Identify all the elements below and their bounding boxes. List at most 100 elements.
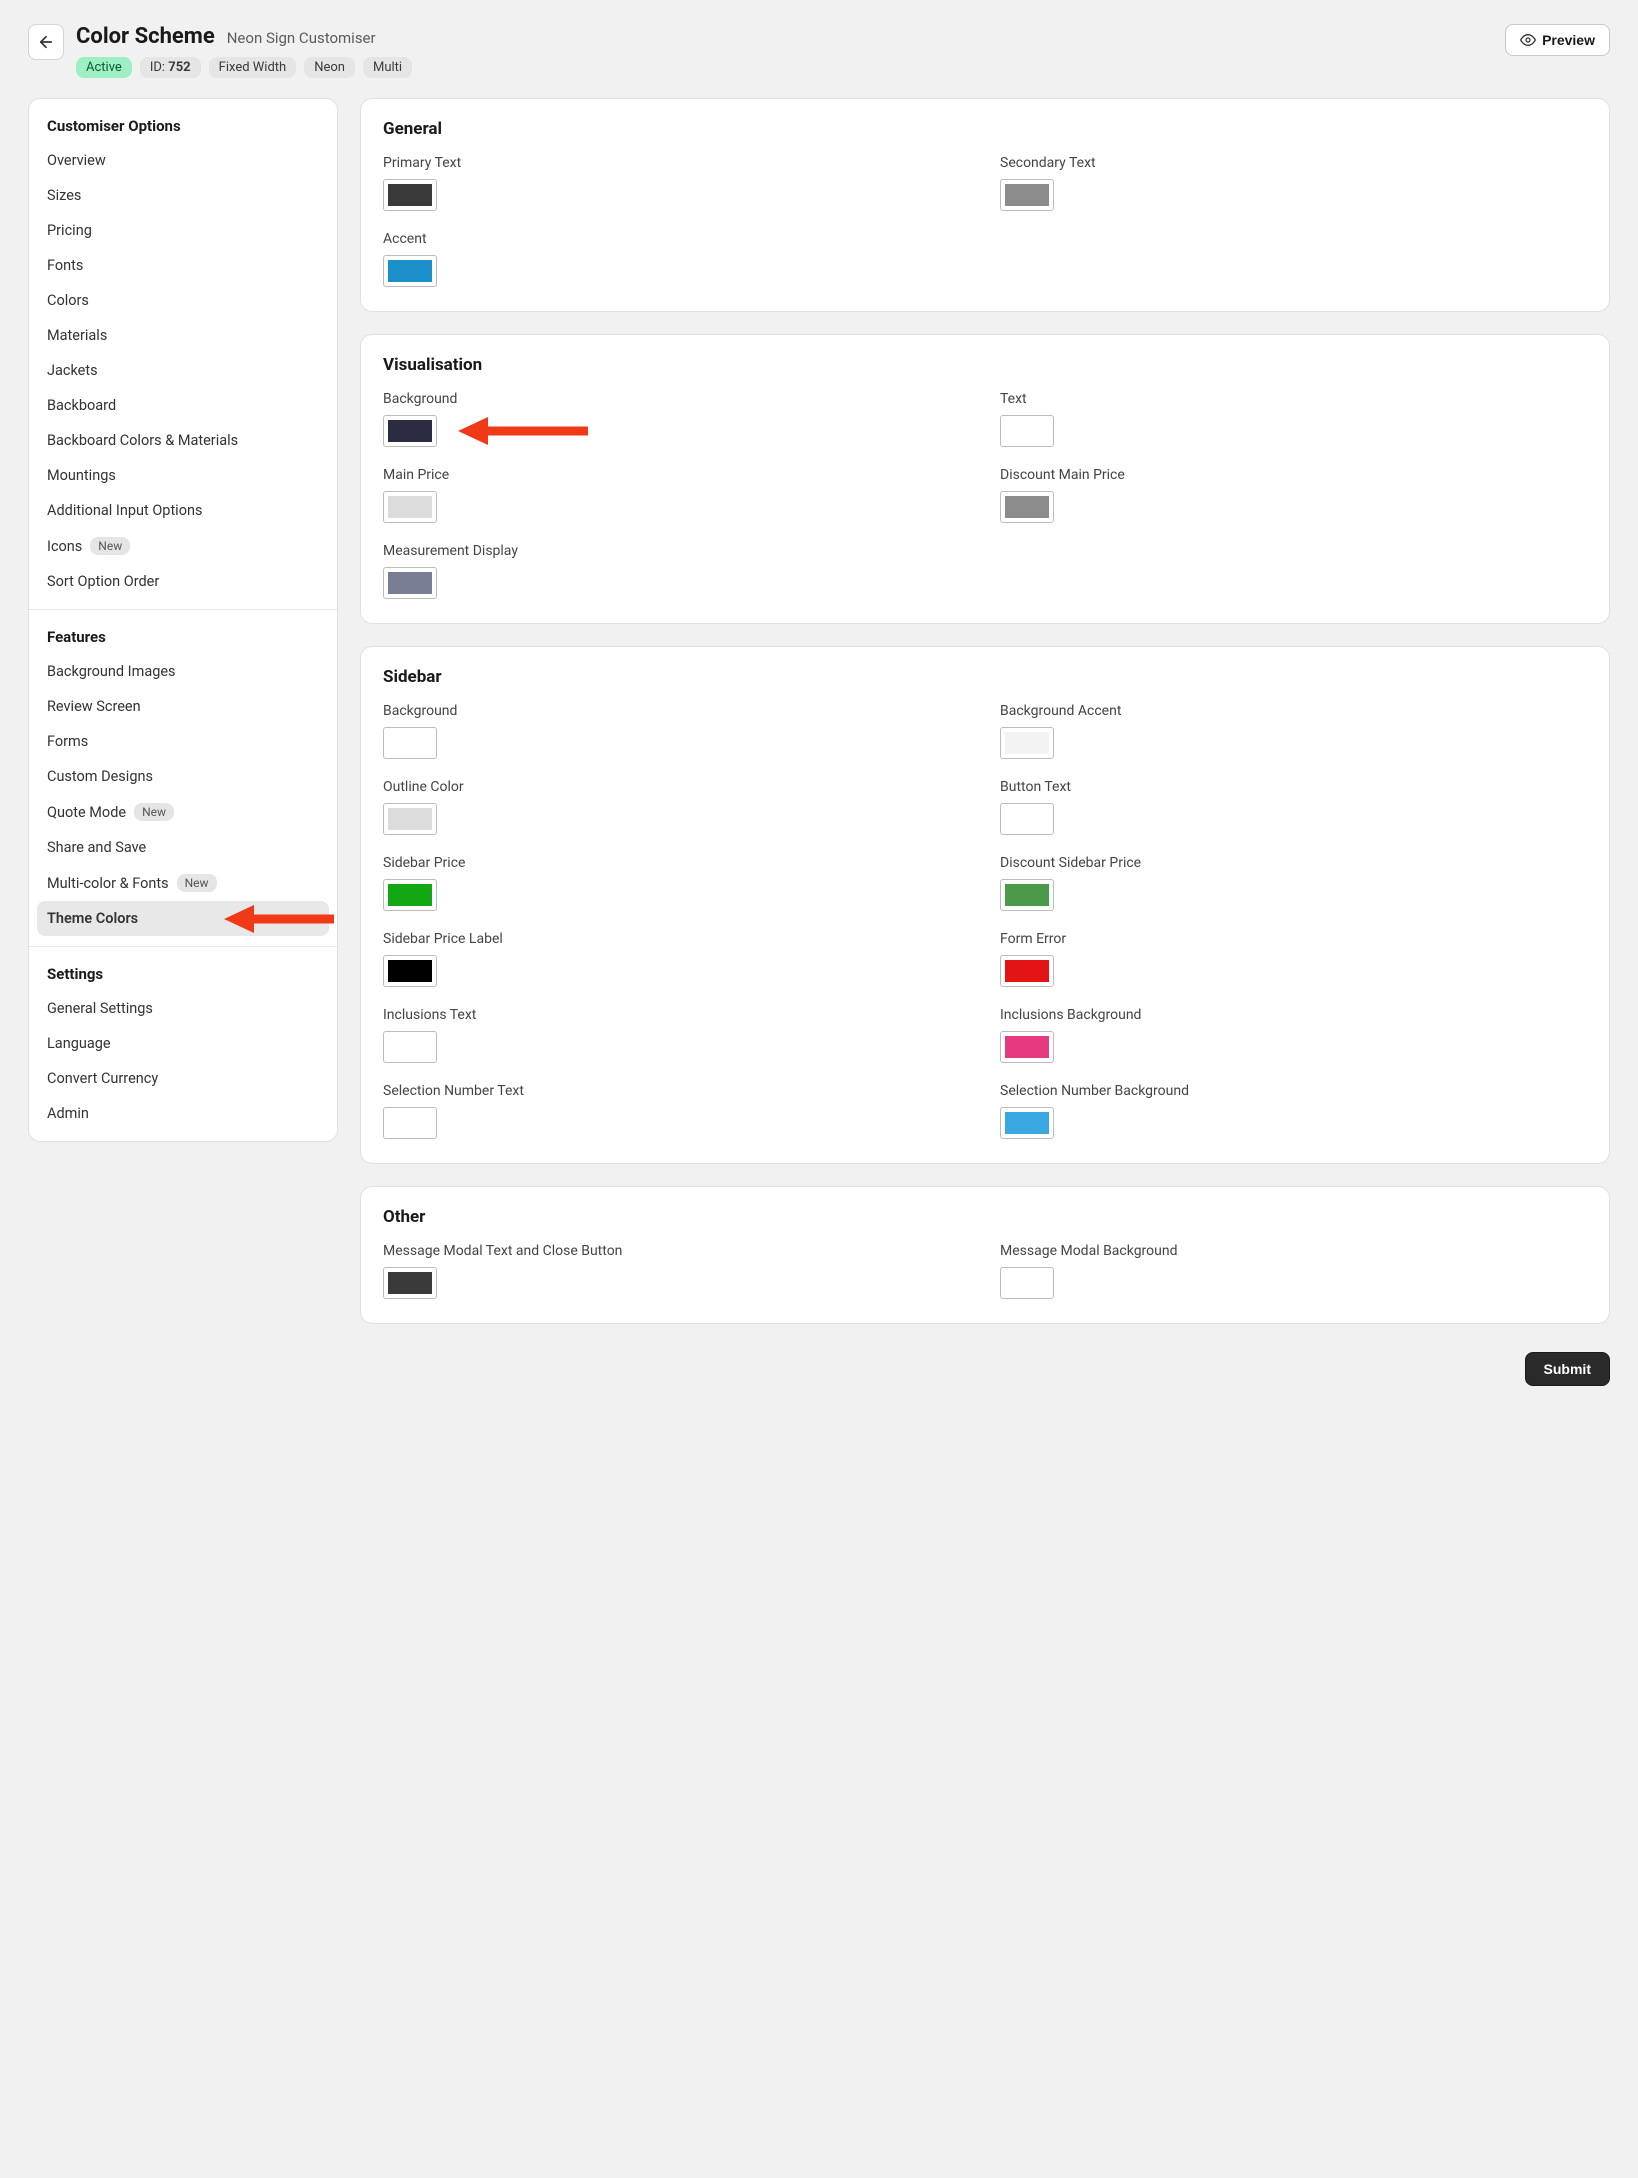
color-label: Sidebar Price — [383, 855, 970, 871]
color-label: Background — [383, 703, 970, 719]
sidebar-item-label: Forms — [47, 733, 88, 750]
color-field-accent: Accent — [383, 231, 970, 287]
sidebar-item-icons[interactable]: Icons New — [29, 528, 337, 564]
color-label: Primary Text — [383, 155, 970, 171]
sidebar-item-additional-input-options[interactable]: Additional Input Options — [29, 493, 337, 528]
sidebar-item-materials[interactable]: Materials — [29, 318, 337, 353]
sidebar-item-share-and-save[interactable]: Share and Save — [29, 830, 337, 865]
sidebar-heading-features: Features — [29, 628, 337, 654]
color-field-background: Background — [383, 391, 970, 447]
sidebar-item-label: Language — [47, 1035, 111, 1052]
sidebar-item-label: Background Images — [47, 663, 176, 680]
color-swatch-selection-number-text[interactable] — [383, 1107, 437, 1139]
sidebar-item-backboard[interactable]: Backboard — [29, 388, 337, 423]
sidebar-item-pricing[interactable]: Pricing — [29, 213, 337, 248]
color-label: Form Error — [1000, 931, 1587, 947]
sidebar-item-label: Colors — [47, 292, 89, 309]
card-title-other: Other — [383, 1207, 1587, 1227]
sidebar-item-label: Quote Mode — [47, 804, 126, 821]
sidebar-item-backboard-colors-materials[interactable]: Backboard Colors & Materials — [29, 423, 337, 458]
card-sidebar: Sidebar BackgroundBackground AccentOutli… — [360, 646, 1610, 1164]
color-swatch-inner — [388, 572, 432, 594]
color-swatch-discount-sidebar-price[interactable] — [1000, 879, 1054, 911]
color-swatch-background-accent[interactable] — [1000, 727, 1054, 759]
sidebar-item-custom-designs[interactable]: Custom Designs — [29, 759, 337, 794]
sidebar-item-sort-option-order[interactable]: Sort Option Order — [29, 564, 337, 599]
color-swatch-measurement-display[interactable] — [383, 567, 437, 599]
annotation-arrow-icon — [453, 411, 593, 451]
new-badge: New — [90, 537, 130, 555]
color-swatch-accent[interactable] — [383, 255, 437, 287]
sidebar-item-quote-mode[interactable]: Quote ModeNew — [29, 794, 337, 830]
sidebar-item-label: Backboard — [47, 397, 116, 414]
sidebar-item-label: Convert Currency — [47, 1070, 158, 1087]
color-swatch-inclusions-text[interactable] — [383, 1031, 437, 1063]
color-swatch-background[interactable] — [383, 727, 437, 759]
sidebar-item-colors[interactable]: Colors — [29, 283, 337, 318]
sidebar-item-label: Pricing — [47, 222, 92, 239]
sidebar-item-forms[interactable]: Forms — [29, 724, 337, 759]
color-swatch-inner — [1005, 1272, 1049, 1294]
page-title: Color Scheme — [76, 24, 215, 49]
sidebar-item-convert-currency[interactable]: Convert Currency — [29, 1061, 337, 1096]
color-swatch-inner — [1005, 1036, 1049, 1058]
main-content: General Primary TextSecondary TextAccent… — [360, 98, 1610, 1386]
color-swatch-discount-main-price[interactable] — [1000, 491, 1054, 523]
sidebar-item-label: Jackets — [47, 362, 98, 379]
color-label: Secondary Text — [1000, 155, 1587, 171]
color-field-form-error: Form Error — [1000, 931, 1587, 987]
color-swatch-form-error[interactable] — [1000, 955, 1054, 987]
color-swatch-inner — [1005, 1112, 1049, 1134]
color-swatch-inner — [1005, 496, 1049, 518]
sidebar-item-fonts[interactable]: Fonts — [29, 248, 337, 283]
color-swatch-selection-number-background[interactable] — [1000, 1107, 1054, 1139]
sidebar-item-label: Multi-color & Fonts — [47, 875, 169, 892]
color-label: Outline Color — [383, 779, 970, 795]
color-swatch-message-modal-background[interactable] — [1000, 1267, 1054, 1299]
color-label: Discount Sidebar Price — [1000, 855, 1587, 871]
color-swatch-inclusions-background[interactable] — [1000, 1031, 1054, 1063]
color-swatch-inner — [388, 1036, 432, 1058]
color-swatch-text[interactable] — [1000, 415, 1054, 447]
sidebar-item-label: Icons — [47, 538, 82, 555]
back-button[interactable] — [28, 24, 64, 60]
color-swatch-sidebar-price[interactable] — [383, 879, 437, 911]
annotation-arrow-icon — [219, 899, 338, 939]
sidebar-item-overview[interactable]: Overview — [29, 143, 337, 178]
color-field-main-price: Main Price — [383, 467, 970, 523]
color-swatch-inner — [388, 1272, 432, 1294]
sidebar-item-mountings[interactable]: Mountings — [29, 458, 337, 493]
sidebar-item-jackets[interactable]: Jackets — [29, 353, 337, 388]
submit-button[interactable]: Submit — [1525, 1352, 1610, 1386]
preview-button[interactable]: Preview — [1505, 24, 1610, 56]
color-field-inclusions-background: Inclusions Background — [1000, 1007, 1587, 1063]
sidebar-item-general-settings[interactable]: General Settings — [29, 991, 337, 1026]
color-field-primary-text: Primary Text — [383, 155, 970, 211]
color-field-measurement-display: Measurement Display — [383, 543, 970, 599]
sidebar-item-sizes[interactable]: Sizes — [29, 178, 337, 213]
color-swatch-secondary-text[interactable] — [1000, 179, 1054, 211]
color-swatch-background[interactable] — [383, 415, 437, 447]
color-swatch-sidebar-price-label[interactable] — [383, 955, 437, 987]
sidebar-item-background-images[interactable]: Background Images — [29, 654, 337, 689]
page-subtitle: Neon Sign Customiser — [227, 29, 376, 47]
color-field-selection-number-background: Selection Number Background — [1000, 1083, 1587, 1139]
color-swatch-primary-text[interactable] — [383, 179, 437, 211]
sidebar-item-language[interactable]: Language — [29, 1026, 337, 1061]
color-swatch-message-modal-text-and-close-button[interactable] — [383, 1267, 437, 1299]
sidebar-item-multi-color-fonts[interactable]: Multi-color & FontsNew — [29, 865, 337, 901]
color-swatch-main-price[interactable] — [383, 491, 437, 523]
color-swatch-button-text[interactable] — [1000, 803, 1054, 835]
sidebar-item-label: Backboard Colors & Materials — [47, 432, 238, 449]
color-label: Text — [1000, 391, 1587, 407]
sidebar-item-admin[interactable]: Admin — [29, 1096, 337, 1131]
sidebar-item-review-screen[interactable]: Review Screen — [29, 689, 337, 724]
color-label: Inclusions Text — [383, 1007, 970, 1023]
card-title-visualisation: Visualisation — [383, 355, 1587, 375]
color-swatch-inner — [1005, 960, 1049, 982]
color-label: Main Price — [383, 467, 970, 483]
color-swatch-inner — [1005, 184, 1049, 206]
color-label: Background — [383, 391, 970, 407]
color-swatch-outline-color[interactable] — [383, 803, 437, 835]
sidebar-item-theme-colors[interactable]: Theme Colors — [37, 901, 329, 936]
